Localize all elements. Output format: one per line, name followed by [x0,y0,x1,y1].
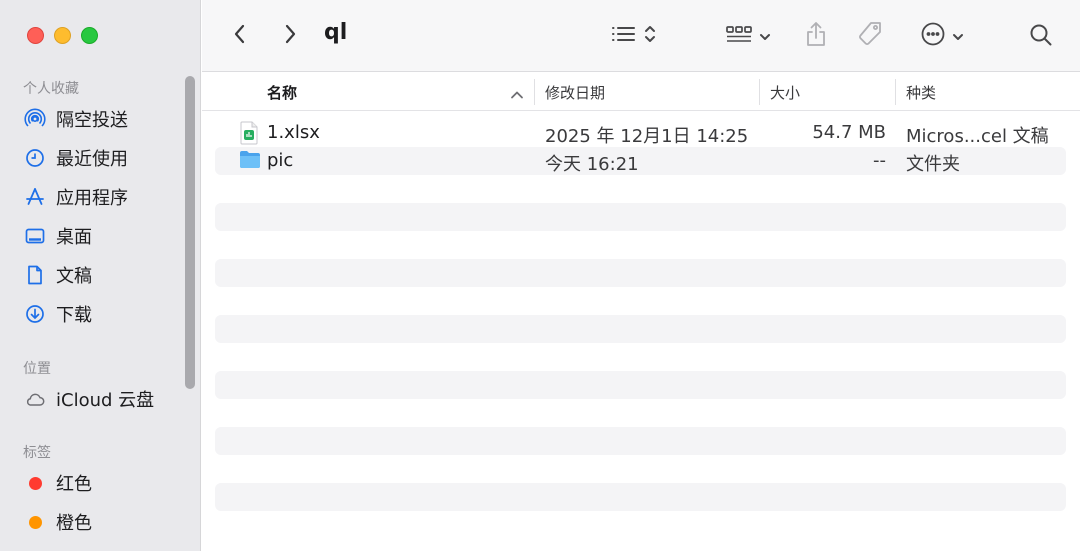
excel-file-icon [239,121,259,149]
grid-group-icon [725,23,753,49]
file-date: 今天 16:21 [545,154,639,175]
empty-row [215,455,1066,483]
sidebar-item-label: 红色 [56,474,92,495]
empty-row [215,427,1066,455]
file-name: 1.xlsx [267,122,320,143]
forward-button[interactable] [278,22,302,50]
sidebar-item-label: 最近使用 [56,149,128,170]
sort-ascending-chevron-icon[interactable] [510,85,524,104]
sidebar-item-tag-red[interactable]: 红色 [24,469,92,497]
file-row-pic[interactable]: pic 今天 16:21 -- 文件夹 [215,147,1066,175]
clock-icon [24,147,46,169]
favorites-section-label: 个人收藏 [23,81,79,97]
file-kind: Micros...cel 文稿 [906,126,1049,147]
empty-row [215,371,1066,399]
column-header-kind[interactable]: 种类 [906,82,936,103]
file-list: 1.xlsx 2025 年 12月1日 14:25 54.7 MB Micros… [215,119,1066,539]
red-tag-dot-icon [24,472,46,494]
share-icon [804,20,828,52]
file-name: pic [267,150,294,171]
file-size: -- [873,150,886,171]
sidebar-scrollbar[interactable] [185,76,195,389]
column-divider[interactable] [534,79,535,105]
chevron-down-icon [759,27,771,46]
sidebar-item-label: 下载 [56,305,92,326]
chevron-right-icon [283,23,297,49]
sidebar-item-desktop[interactable]: 桌面 [24,222,92,250]
empty-row [215,343,1066,371]
sidebar-item-label: 隔空投送 [56,110,128,131]
column-divider[interactable] [759,79,760,105]
chevron-up-down-icon [644,24,656,48]
empty-row [215,287,1066,315]
document-icon [24,264,46,286]
sidebar-item-tag-orange[interactable]: 橙色 [24,508,92,536]
cloud-icon [24,388,46,410]
column-header-bar: 名称 修改日期 大小 种类 [202,73,1080,111]
empty-row [215,483,1066,511]
desktop-icon [24,225,46,247]
column-header-date[interactable]: 修改日期 [545,82,605,103]
share-button[interactable] [802,20,830,52]
ellipsis-circle-icon [920,21,946,51]
file-size: 54.7 MB [812,122,886,143]
window-title: ql [324,20,348,45]
file-row-xlsx[interactable]: 1.xlsx 2025 年 12月1日 14:25 54.7 MB Micros… [215,119,1066,147]
sidebar-item-label: iCloud 云盘 [56,390,155,411]
chevron-left-icon [233,23,247,49]
folder-icon [239,149,261,173]
empty-row [215,511,1066,539]
empty-row [215,315,1066,343]
group-button[interactable] [722,22,774,50]
sidebar-item-documents[interactable]: 文稿 [24,261,92,289]
orange-tag-dot-icon [24,511,46,533]
column-divider[interactable] [895,79,896,105]
file-date: 2025 年 12月1日 14:25 [545,126,749,147]
sidebar-item-applications[interactable]: 应用程序 [24,183,128,211]
empty-row [215,203,1066,231]
sidebar-item-label: 橙色 [56,513,92,534]
window-controls [27,27,98,44]
sidebar-item-icloud[interactable]: iCloud 云盘 [24,385,154,413]
view-mode-button[interactable] [606,22,660,50]
empty-row [215,399,1066,427]
sidebar-item-label: 桌面 [56,227,92,248]
empty-row [215,259,1066,287]
close-button[interactable] [27,27,44,44]
sidebar-item-label: 应用程序 [56,188,128,209]
list-view-icon [610,24,636,48]
tag-icon [856,20,884,52]
search-button[interactable] [1026,22,1056,52]
tag-button[interactable] [854,20,886,52]
tags-section-label: 标签 [23,445,51,461]
toolbar: ql [202,0,1080,72]
column-header-name[interactable]: 名称 [267,82,297,103]
applications-icon [24,186,46,208]
column-header-size[interactable]: 大小 [770,82,800,103]
more-actions-button[interactable] [916,20,968,52]
empty-row [215,231,1066,259]
zoom-button[interactable] [81,27,98,44]
chevron-down-icon [952,27,964,46]
locations-section-label: 位置 [23,361,51,377]
sidebar: 个人收藏 隔空投送 最近使用 应用程序 桌面 文稿 下载 位置 iCloud 云… [0,0,201,551]
airdrop-icon [24,108,46,130]
empty-row [215,175,1066,203]
search-icon [1029,23,1053,51]
sidebar-item-label: 文稿 [56,266,92,287]
download-icon [24,303,46,325]
finder-window: 个人收藏 隔空投送 最近使用 应用程序 桌面 文稿 下载 位置 iCloud 云… [0,0,1080,551]
sidebar-item-recents[interactable]: 最近使用 [24,144,128,172]
sidebar-item-airdrop[interactable]: 隔空投送 [24,105,128,133]
sidebar-item-downloads[interactable]: 下载 [24,300,92,328]
back-button[interactable] [228,22,252,50]
minimize-button[interactable] [54,27,71,44]
file-kind: 文件夹 [906,154,960,175]
